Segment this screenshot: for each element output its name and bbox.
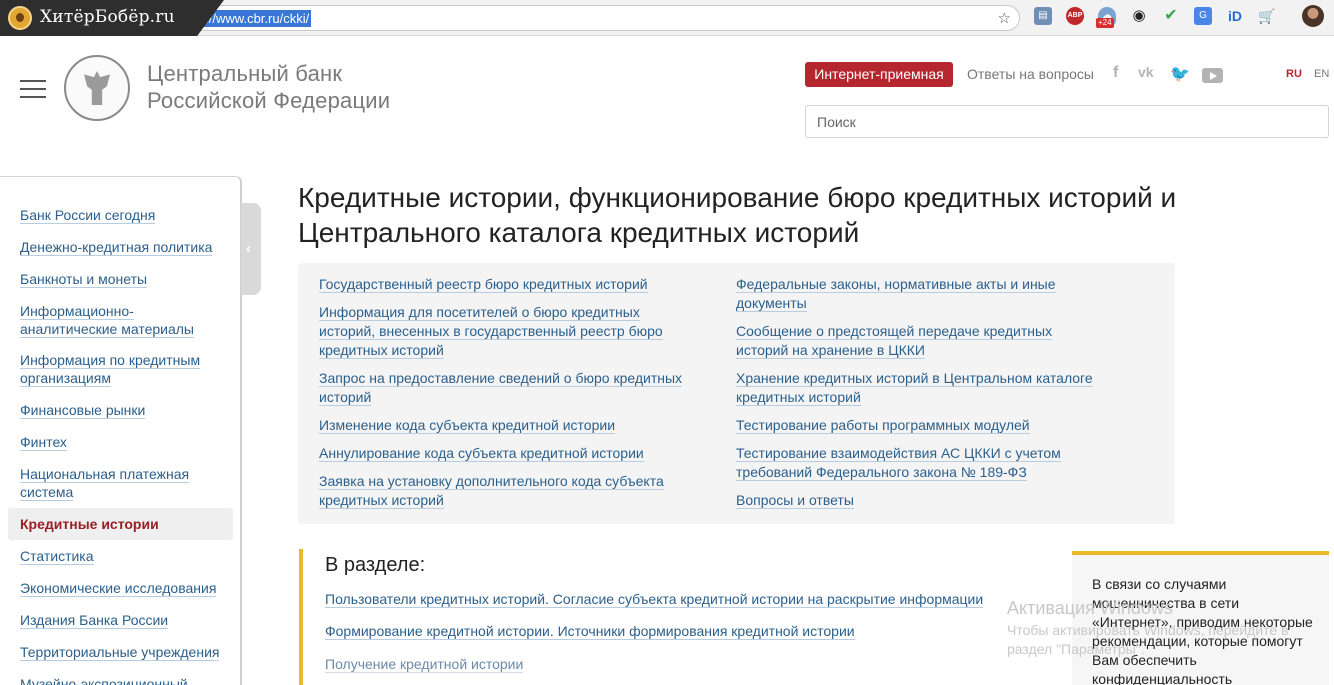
bookmark-star-icon[interactable]: ☆ xyxy=(998,9,1011,27)
watermark-text: ХитёрБобёр.ru xyxy=(40,7,175,27)
link-additional-code[interactable]: Заявка на установку дополнительного кода… xyxy=(319,472,689,510)
sidebar-item-banknotes[interactable]: Банкноты и монеты xyxy=(20,270,148,288)
lang-en-link[interactable]: EN xyxy=(1314,68,1329,80)
shield-check-icon[interactable]: ✔ xyxy=(1162,7,1180,25)
faq-link[interactable]: Ответы на вопросы xyxy=(967,66,1094,82)
sidebar-item-analytics[interactable]: Информационно-аналитические материалы xyxy=(20,302,210,338)
notice-text: В связи со случаями мошенничества в сети… xyxy=(1092,576,1313,685)
cart-icon[interactable]: 🛒 xyxy=(1258,7,1276,25)
search-input[interactable] xyxy=(805,105,1329,138)
facebook-icon[interactable]: f xyxy=(1113,64,1118,82)
sidebar-item-bank-today[interactable]: Банк России сегодня xyxy=(20,206,156,224)
adblock-icon[interactable]: ABP xyxy=(1066,7,1084,25)
link-state-register[interactable]: Государственный реестр бюро кредитных ис… xyxy=(319,275,689,294)
section-title: В разделе: xyxy=(325,554,426,576)
link-transfer-notice[interactable]: Сообщение о предстоящей передаче кредитн… xyxy=(736,322,1076,360)
weather-cloud-icon[interactable]: ☁ +24 xyxy=(1096,7,1116,28)
sidebar-item-publications[interactable]: Издания Банка России xyxy=(20,611,169,629)
page-extension-icon[interactable]: ▤ xyxy=(1034,7,1052,25)
site-watermark-logo: ХитёрБобёр.ru xyxy=(0,0,224,36)
sidebar-collapse-toggle[interactable]: ‹ xyxy=(241,203,261,295)
link-interaction-testing[interactable]: Тестирование взаимодействия АС ЦККИ с уч… xyxy=(736,444,1096,482)
section-link-formation[interactable]: Формирование кредитной истории. Источник… xyxy=(325,623,855,640)
fraud-notice[interactable]: В связи со случаями мошенничества в сети… xyxy=(1072,551,1329,685)
browser-toolbar: https://www.cbr.ru/ckki/ ☆ ХитёрБобёр.ru… xyxy=(0,0,1334,36)
sidebar-item-monetary-policy[interactable]: Денежно-кредитная политика xyxy=(20,238,213,256)
profile-avatar[interactable] xyxy=(1302,5,1324,27)
lang-ru-link[interactable]: RU xyxy=(1286,68,1302,80)
links-panel: Государственный реестр бюро кредитных ис… xyxy=(298,263,1175,524)
sidebar-nav: Банк России сегодня Денежно-кредитная по… xyxy=(0,176,242,685)
beaver-icon xyxy=(8,6,32,30)
link-storage[interactable]: Хранение кредитных историй в Центральном… xyxy=(736,369,1116,407)
sidebar-item-payment-system[interactable]: Национальная платежная система xyxy=(20,465,210,501)
sidebar-item-fintech[interactable]: Финтех xyxy=(20,433,67,451)
link-qa[interactable]: Вопросы и ответы xyxy=(736,491,1116,510)
sidebar-item-museum[interactable]: Музейно-экспозиционный xyxy=(20,675,188,685)
bank-name-line1: Центральный банк xyxy=(147,61,343,86)
twitter-icon[interactable]: 🐦 xyxy=(1170,64,1190,84)
in-section-block: В разделе: Пользователи кредитных истори… xyxy=(299,549,1059,685)
sidebar-item-credit-histories[interactable]: Кредитные истории xyxy=(8,508,233,540)
translate-icon[interactable]: G xyxy=(1194,7,1212,25)
link-federal-laws[interactable]: Федеральные законы, нормативные акты и и… xyxy=(736,275,1086,313)
link-info-request[interactable]: Запрос на предоставление сведений о бюро… xyxy=(319,369,699,407)
section-link-users[interactable]: Пользователи кредитных историй. Согласие… xyxy=(325,591,984,608)
page-title: Кредитные истории, функционирование бюро… xyxy=(298,182,1177,248)
eye-icon[interactable]: ◉ xyxy=(1130,7,1148,25)
menu-burger-icon[interactable] xyxy=(20,80,46,98)
internet-reception-button[interactable]: Интернет-приемная xyxy=(805,62,953,87)
section-link-obtaining[interactable]: Получение кредитной истории xyxy=(325,656,524,673)
sidebar-item-credit-org-info[interactable]: Информация по кредитным организациям xyxy=(20,351,220,387)
youtube-icon[interactable] xyxy=(1202,68,1223,83)
vk-icon[interactable]: vk xyxy=(1138,64,1154,80)
bank-name-line2: Российской Федерации xyxy=(147,88,391,113)
sidebar-item-active-label: Кредитные истории xyxy=(20,516,159,532)
id-extension-icon[interactable]: iD xyxy=(1226,7,1244,25)
link-change-code[interactable]: Изменение кода субъекта кредитной истори… xyxy=(319,416,699,435)
sidebar-item-financial-markets[interactable]: Финансовые рынки xyxy=(20,401,146,419)
link-module-testing[interactable]: Тестирование работы программных модулей xyxy=(736,416,1116,435)
bank-name[interactable]: Центральный банк Российской Федерации xyxy=(147,60,390,114)
link-cancel-code[interactable]: Аннулирование кода субъекта кредитной ис… xyxy=(319,444,699,463)
extension-badge: +24 xyxy=(1096,18,1114,28)
bank-emblem-icon[interactable] xyxy=(64,55,130,121)
sidebar-item-statistics[interactable]: Статистика xyxy=(20,547,94,565)
chevron-left-icon: ‹ xyxy=(246,240,251,256)
sidebar-item-research[interactable]: Экономические исследования xyxy=(20,579,217,597)
sidebar-item-territorial[interactable]: Территориальные учреждения xyxy=(20,643,220,661)
link-visitor-info[interactable]: Информация для посетителей о бюро кредит… xyxy=(319,303,689,360)
address-bar[interactable]: https://www.cbr.ru/ckki/ ☆ xyxy=(170,5,1020,31)
